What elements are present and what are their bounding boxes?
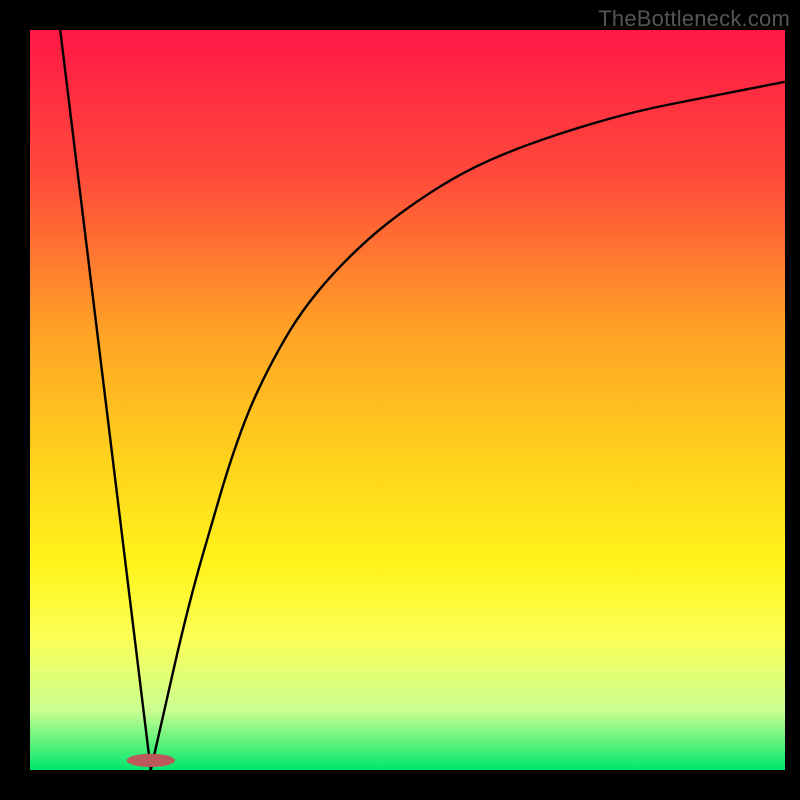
plot-area [30, 30, 785, 770]
chart-frame: TheBottleneck.com [0, 0, 800, 800]
chart-svg [30, 30, 785, 770]
watermark-text: TheBottleneck.com [598, 6, 790, 32]
minimum-marker [127, 754, 175, 767]
gradient-background [30, 30, 785, 770]
